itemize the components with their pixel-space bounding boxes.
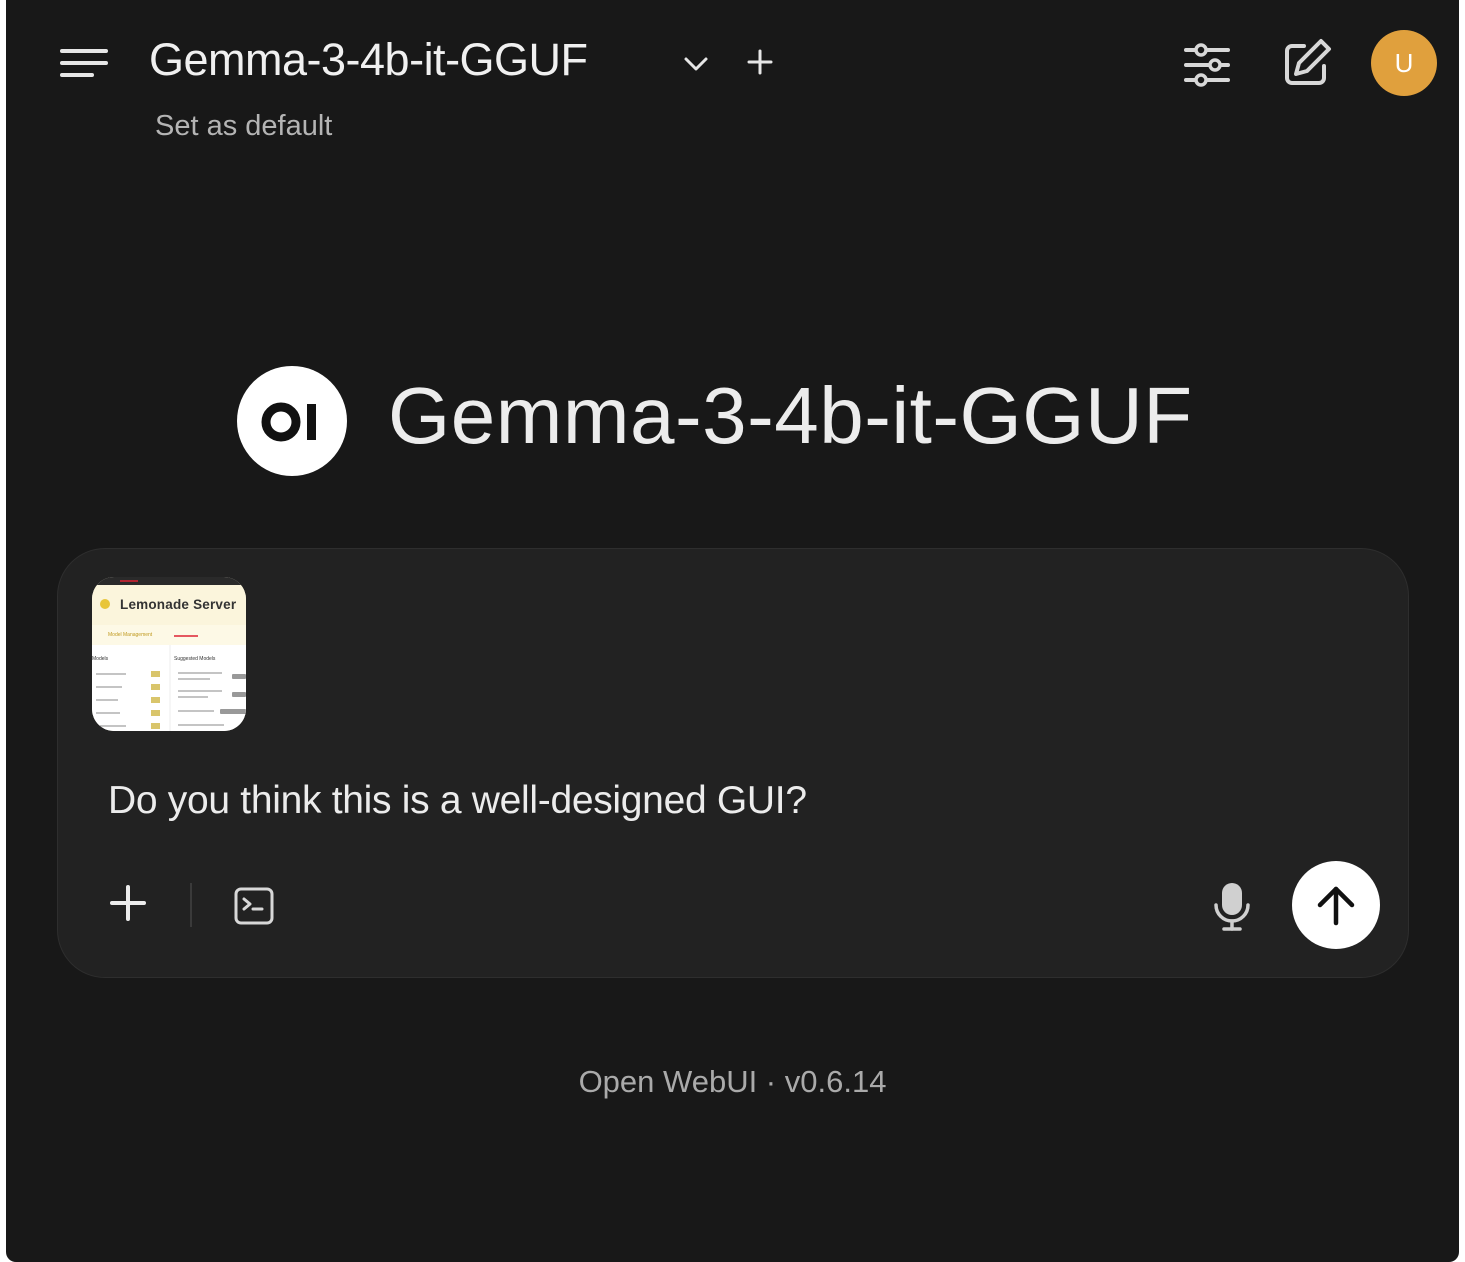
plus-icon: [110, 885, 146, 921]
attached-image-thumbnail[interactable]: Lemonade Server Model Management Models …: [92, 577, 246, 731]
code-interpreter-button[interactable]: [230, 883, 278, 931]
chat-controls-button[interactable]: [1180, 38, 1234, 92]
attach-file-button[interactable]: [104, 879, 152, 927]
thumbnail-subtitle: Model Management: [108, 632, 153, 638]
edit-icon: [1285, 39, 1331, 85]
send-message-button[interactable]: [1292, 861, 1380, 949]
message-composer: Lemonade Server Model Management Models …: [57, 548, 1409, 978]
sidebar-toggle-button[interactable]: [56, 40, 112, 88]
menu-icon: [60, 49, 108, 77]
thumbnail-models-header: Models: [92, 656, 109, 662]
sliders-icon: [1184, 43, 1230, 87]
user-avatar[interactable]: U: [1371, 30, 1437, 96]
plus-icon: [747, 49, 773, 75]
hero-model-name: Gemma-3-4b-it-GGUF: [388, 371, 1193, 460]
set-as-default-link[interactable]: Set as default: [155, 110, 332, 143]
new-chat-button[interactable]: [1278, 34, 1336, 92]
chevron-down-icon: [684, 57, 708, 71]
version-footer: Open WebUI · v0.6.14: [578, 1064, 887, 1099]
arrow-up-icon: [1317, 886, 1355, 926]
model-logo: [237, 366, 347, 476]
model-selector-name[interactable]: Gemma-3-4b-it-GGUF: [149, 34, 588, 86]
add-model-button[interactable]: [742, 42, 778, 82]
prompt-input[interactable]: Do you think this is a well-designed GUI…: [108, 779, 807, 823]
model-dropdown-button[interactable]: [678, 46, 714, 82]
voice-input-button[interactable]: [1208, 879, 1256, 935]
thumbnail-suggested-header: Suggested Models: [174, 656, 216, 662]
open-webui-logo-icon: [261, 402, 316, 442]
microphone-icon: [1214, 883, 1250, 931]
toolbar-divider: [190, 883, 192, 927]
code-icon: [234, 887, 274, 925]
thumbnail-title: Lemonade Server: [120, 597, 237, 612]
app-window: Gemma-3-4b-it-GGUF Set as default U Gemm…: [6, 0, 1459, 1262]
